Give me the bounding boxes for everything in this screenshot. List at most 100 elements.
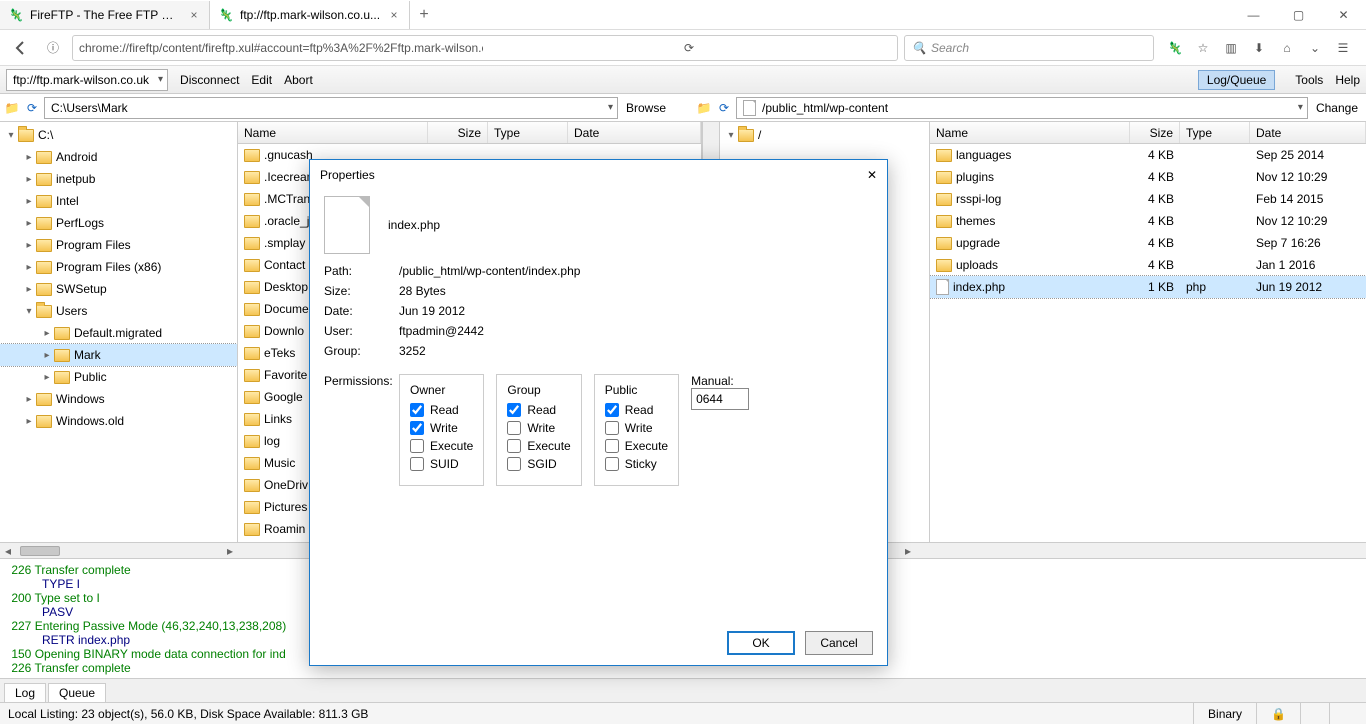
twisty-icon[interactable]: ▸ bbox=[22, 174, 36, 185]
list-item[interactable]: index.php1 KBphpJun 19 2012 bbox=[930, 276, 1366, 298]
new-tab-button[interactable]: + bbox=[410, 6, 438, 24]
col-type[interactable]: Type bbox=[488, 122, 568, 143]
home-icon[interactable]: ⌂ bbox=[1278, 39, 1296, 57]
log-queue-button[interactable]: Log/Queue bbox=[1198, 70, 1275, 90]
abort-button[interactable]: Abort bbox=[284, 73, 313, 87]
info-icon[interactable]: ⓘ bbox=[40, 35, 66, 61]
remote-file-list[interactable]: languages4 KBSep 25 2014plugins4 KBNov 1… bbox=[930, 144, 1366, 542]
tree-item[interactable]: ▸Intel bbox=[0, 190, 237, 212]
twisty-icon[interactable]: ▸ bbox=[40, 350, 54, 361]
list-item[interactable]: rsspi-log4 KBFeb 14 2015 bbox=[930, 188, 1366, 210]
list-item[interactable]: plugins4 KBNov 12 10:29 bbox=[930, 166, 1366, 188]
fireftp-toolbar-icon[interactable]: 🦎 bbox=[1166, 39, 1184, 57]
up-folder-icon[interactable]: 📁 bbox=[4, 100, 20, 116]
remote-path-input[interactable]: /public_html/wp-content bbox=[736, 97, 1308, 119]
edit-menu[interactable]: Edit bbox=[251, 73, 272, 87]
twisty-icon[interactable]: ▾ bbox=[22, 306, 36, 317]
remote-list-scrollbar[interactable] bbox=[916, 542, 1366, 558]
twisty-icon[interactable]: ▸ bbox=[22, 218, 36, 229]
refresh-icon[interactable]: ⟳ bbox=[24, 100, 40, 116]
browser-tab[interactable]: 🦎 FireFTP - The Free FTP Cli... × bbox=[0, 1, 210, 29]
minimize-button[interactable]: — bbox=[1231, 1, 1276, 29]
twisty-icon[interactable]: ▾ bbox=[4, 130, 18, 141]
library-icon[interactable]: ▥ bbox=[1222, 39, 1240, 57]
tree-item[interactable]: ▸Windows bbox=[0, 388, 237, 410]
owner-suid-checkbox[interactable] bbox=[410, 457, 424, 471]
cancel-button[interactable]: Cancel bbox=[805, 631, 873, 655]
browser-tab[interactable]: 🦎 ftp://ftp.mark-wilson.co.u... × bbox=[210, 1, 410, 29]
tree-item[interactable]: ▸PerfLogs bbox=[0, 212, 237, 234]
twisty-icon[interactable]: ▸ bbox=[22, 152, 36, 163]
pocket-icon[interactable]: ⌄ bbox=[1306, 39, 1324, 57]
twisty-icon[interactable]: ▸ bbox=[22, 196, 36, 207]
list-item[interactable]: upgrade4 KBSep 7 16:26 bbox=[930, 232, 1366, 254]
tree-item[interactable]: ▸Mark bbox=[0, 344, 237, 366]
col-name[interactable]: Name bbox=[930, 122, 1130, 143]
col-name[interactable]: Name bbox=[238, 122, 428, 143]
local-directory-tree[interactable]: ▾C:\▸Android▸inetpub▸Intel▸PerfLogs▸Prog… bbox=[0, 122, 238, 542]
manual-permissions-input[interactable] bbox=[691, 388, 749, 410]
twisty-icon[interactable]: ▸ bbox=[22, 240, 36, 251]
owner-read-checkbox[interactable] bbox=[410, 403, 424, 417]
twisty-icon[interactable]: ▸ bbox=[22, 394, 36, 405]
account-select[interactable]: ftp://ftp.mark-wilson.co.uk bbox=[6, 69, 168, 91]
up-folder-icon[interactable]: 📁 bbox=[696, 100, 712, 116]
public-write-checkbox[interactable] bbox=[605, 421, 619, 435]
close-window-button[interactable]: ✕ bbox=[1321, 1, 1366, 29]
reload-icon[interactable]: ⟳ bbox=[487, 40, 891, 56]
col-date[interactable]: Date bbox=[1250, 122, 1366, 143]
search-input[interactable]: 🔍 Search bbox=[904, 35, 1154, 61]
list-item[interactable]: themes4 KBNov 12 10:29 bbox=[930, 210, 1366, 232]
refresh-icon[interactable]: ⟳ bbox=[716, 100, 732, 116]
browse-button[interactable]: Browse bbox=[622, 101, 670, 115]
tab-queue[interactable]: Queue bbox=[48, 683, 106, 702]
dialog-close-button[interactable]: ✕ bbox=[867, 168, 877, 182]
col-size[interactable]: Size bbox=[1130, 122, 1180, 143]
local-tree-scrollbar[interactable]: ◂▸ bbox=[0, 542, 238, 558]
col-size[interactable]: Size bbox=[428, 122, 488, 143]
tree-item[interactable]: ▸Android bbox=[0, 146, 237, 168]
close-icon[interactable]: × bbox=[387, 8, 401, 22]
list-item[interactable]: languages4 KBSep 25 2014 bbox=[930, 144, 1366, 166]
help-menu[interactable]: Help bbox=[1335, 73, 1360, 87]
tree-item[interactable]: ▸Windows.old bbox=[0, 410, 237, 432]
url-input[interactable]: chrome://fireftp/content/fireftp.xul#acc… bbox=[72, 35, 898, 61]
twisty-icon[interactable]: ▸ bbox=[22, 284, 36, 295]
maximize-button[interactable]: ▢ bbox=[1276, 1, 1321, 29]
public-read-checkbox[interactable] bbox=[605, 403, 619, 417]
group-execute-checkbox[interactable] bbox=[507, 439, 521, 453]
public-execute-checkbox[interactable] bbox=[605, 439, 619, 453]
tree-item[interactable]: ▸SWSetup bbox=[0, 278, 237, 300]
tree-item[interactable]: ▸Program Files (x86) bbox=[0, 256, 237, 278]
ok-button[interactable]: OK bbox=[727, 631, 795, 655]
tree-item[interactable]: ▸inetpub bbox=[0, 168, 237, 190]
tree-item[interactable]: ▾/ bbox=[720, 124, 929, 146]
list-item[interactable]: uploads4 KBJan 1 2016 bbox=[930, 254, 1366, 276]
col-date[interactable]: Date bbox=[568, 122, 701, 143]
group-write-checkbox[interactable] bbox=[507, 421, 521, 435]
bookmark-star-icon[interactable]: ☆ bbox=[1194, 39, 1212, 57]
group-sgid-checkbox[interactable] bbox=[507, 457, 521, 471]
change-button[interactable]: Change bbox=[1312, 101, 1362, 115]
back-button[interactable] bbox=[8, 35, 34, 61]
col-type[interactable]: Type bbox=[1180, 122, 1250, 143]
twisty-icon[interactable]: ▸ bbox=[40, 328, 54, 339]
local-path-input[interactable]: C:\Users\Mark bbox=[44, 97, 618, 119]
twisty-icon[interactable]: ▾ bbox=[724, 130, 738, 141]
menu-icon[interactable]: ☰ bbox=[1334, 39, 1352, 57]
tree-item[interactable]: ▸Public bbox=[0, 366, 237, 388]
tree-item[interactable]: ▸Program Files bbox=[0, 234, 237, 256]
downloads-icon[interactable]: ⬇ bbox=[1250, 39, 1268, 57]
tree-item[interactable]: ▸Default.migrated bbox=[0, 322, 237, 344]
status-binary[interactable]: Binary bbox=[1193, 703, 1256, 724]
tree-item[interactable]: ▾C:\ bbox=[0, 124, 237, 146]
disconnect-button[interactable]: Disconnect bbox=[180, 73, 239, 87]
twisty-icon[interactable]: ▸ bbox=[22, 262, 36, 273]
group-read-checkbox[interactable] bbox=[507, 403, 521, 417]
owner-execute-checkbox[interactable] bbox=[410, 439, 424, 453]
public-sticky-checkbox[interactable] bbox=[605, 457, 619, 471]
twisty-icon[interactable]: ▸ bbox=[22, 416, 36, 427]
tools-menu[interactable]: Tools bbox=[1295, 73, 1323, 87]
tab-log[interactable]: Log bbox=[4, 683, 46, 702]
owner-write-checkbox[interactable] bbox=[410, 421, 424, 435]
